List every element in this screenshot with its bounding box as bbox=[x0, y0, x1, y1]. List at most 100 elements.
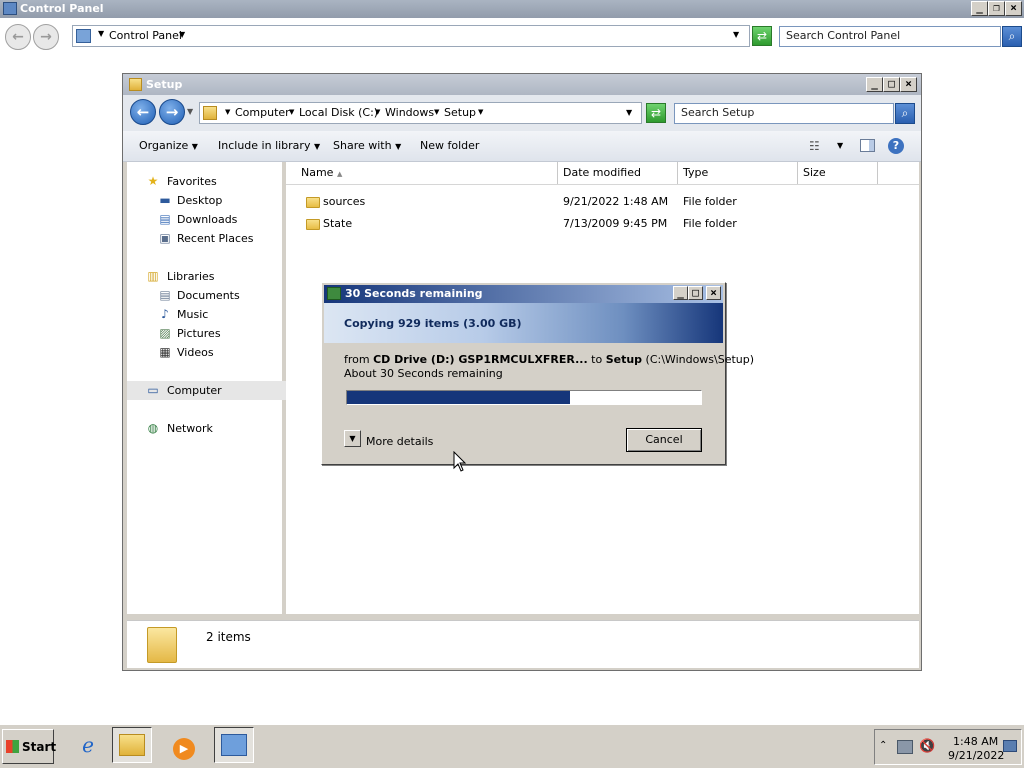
chevron-right-icon[interactable]: ▼ bbox=[98, 29, 104, 38]
mouse-cursor bbox=[453, 451, 467, 472]
column-header-date-modified[interactable]: Date modified bbox=[558, 162, 678, 184]
nav-favorites[interactable]: ★ Favorites bbox=[127, 172, 287, 191]
breadcrumb-setup[interactable]: Setup bbox=[444, 106, 476, 120]
nav-desktop[interactable]: ▬ Desktop bbox=[127, 191, 287, 210]
clock-date[interactable]: 9/21/2022 bbox=[948, 749, 1004, 762]
media-player-icon[interactable]: ▶ bbox=[164, 727, 204, 763]
explorer-taskbar-icon[interactable] bbox=[112, 727, 152, 763]
control-panel-navbar: ← → ▼ Control Panel ▼ ▼ ⇄ Search Control… bbox=[0, 18, 1024, 56]
navigation-pane: ★ Favorites ▬ Desktop ▤ Downloads ▣ Recent P… bbox=[127, 162, 287, 614]
breadcrumb-windows[interactable]: Windows bbox=[385, 106, 434, 120]
setup-back-icon[interactable]: ← bbox=[130, 99, 156, 125]
breadcrumb-computer[interactable]: Computer bbox=[235, 106, 290, 120]
folder-large-icon bbox=[147, 627, 177, 663]
organize-menu[interactable]: Organize ▼ bbox=[139, 139, 198, 154]
setup-address-bar[interactable]: ▼ Computer ▼ Local Disk (C:) ▼ Windows ▼… bbox=[199, 102, 642, 124]
setup-address-dropdown-icon[interactable]: ▼ bbox=[626, 108, 632, 117]
item-count: 2 items bbox=[206, 630, 251, 644]
cancel-button[interactable]: Cancel bbox=[626, 428, 702, 452]
volume-muted-icon[interactable]: 🔇 bbox=[919, 739, 935, 754]
breadcrumb-separator-icon[interactable]: ▼ bbox=[375, 108, 380, 116]
dialog-minimize-button[interactable]: _ bbox=[673, 286, 688, 300]
setup-refresh-icon[interactable]: ⇄ bbox=[646, 103, 666, 123]
minimize-button[interactable]: _ bbox=[971, 1, 988, 16]
nav-recent-places[interactable]: ▣ Recent Places bbox=[127, 229, 287, 248]
dialog-close-button[interactable]: × bbox=[706, 286, 721, 300]
breadcrumb-local-disk[interactable]: Local Disk (C:) bbox=[299, 106, 378, 120]
file-name: State bbox=[323, 217, 353, 230]
address-bar[interactable]: ▼ Control Panel ▼ ▼ bbox=[72, 25, 750, 47]
breadcrumb-separator-icon[interactable]: ▼ bbox=[434, 108, 439, 116]
address-label[interactable]: Control Panel bbox=[109, 29, 182, 43]
view-options-icon[interactable]: ☷ bbox=[809, 139, 820, 153]
view-dropdown-icon[interactable]: ▼ bbox=[837, 141, 843, 150]
clock-time[interactable]: 1:48 AM bbox=[953, 735, 998, 748]
more-details-label[interactable]: More details bbox=[366, 435, 433, 448]
setup-maximize-button[interactable]: □ bbox=[883, 77, 900, 92]
start-label: Start bbox=[22, 740, 57, 754]
preview-pane-icon[interactable] bbox=[860, 139, 875, 152]
file-date: 9/21/2022 1:48 AM bbox=[563, 195, 669, 208]
table-row[interactable]: State 7/13/2009 9:45 PM File folder bbox=[286, 213, 920, 235]
back-arrow-icon[interactable]: ← bbox=[5, 24, 31, 50]
copy-dialog-header: Copying 929 items (3.00 GB) bbox=[324, 303, 723, 343]
table-row[interactable]: sources 9/21/2022 1:48 AM File folder bbox=[286, 191, 920, 213]
control-panel-titlebar[interactable]: Control Panel _ ❐ × bbox=[0, 0, 1024, 18]
control-panel-taskbar-icon[interactable] bbox=[214, 727, 254, 763]
close-button[interactable]: × bbox=[1005, 1, 1022, 16]
search-icon[interactable]: ⌕ bbox=[1002, 26, 1022, 47]
setup-search-icon[interactable]: ⌕ bbox=[895, 103, 915, 124]
folder-title-icon bbox=[129, 78, 142, 91]
network-error-icon[interactable] bbox=[897, 740, 913, 754]
help-icon[interactable]: ? bbox=[888, 138, 904, 154]
progress-bar bbox=[346, 390, 702, 405]
dialog-maximize-button[interactable]: □ bbox=[688, 286, 703, 300]
nav-network[interactable]: ◍ Network bbox=[127, 419, 287, 438]
documents-icon: ▤ bbox=[159, 288, 171, 302]
internet-explorer-icon[interactable]: ℯ bbox=[68, 727, 108, 763]
search-input[interactable]: Search Control Panel bbox=[779, 26, 1001, 47]
breadcrumb-separator-icon[interactable]: ▼ bbox=[478, 108, 483, 116]
start-button[interactable]: Start bbox=[2, 729, 57, 764]
new-folder-button[interactable]: New folder bbox=[420, 139, 479, 153]
nav-music[interactable]: ♪ Music bbox=[127, 305, 287, 324]
setup-forward-icon[interactable]: → bbox=[159, 99, 185, 125]
share-with-menu[interactable]: Share with ▼ bbox=[333, 139, 401, 154]
show-hidden-icons-icon[interactable]: ⌃ bbox=[879, 740, 887, 751]
nav-computer[interactable]: ▭ Computer bbox=[127, 381, 287, 400]
computer-icon: ▭ bbox=[147, 383, 159, 397]
file-type: File folder bbox=[683, 217, 737, 230]
setup-search-input[interactable]: Search Setup bbox=[674, 103, 894, 124]
copy-icon bbox=[327, 287, 341, 300]
copy-destination: Setup bbox=[605, 353, 643, 366]
nav-pictures[interactable]: ▨ Pictures bbox=[127, 324, 287, 343]
nav-libraries[interactable]: ▥ Libraries bbox=[127, 267, 287, 286]
address-dropdown-icon[interactable]: ▼ bbox=[733, 30, 739, 39]
nav-downloads[interactable]: ▤ Downloads bbox=[127, 210, 287, 229]
breadcrumb-separator-icon[interactable]: ▼ bbox=[289, 108, 294, 116]
breadcrumb-separator-icon[interactable]: ▼ bbox=[225, 108, 230, 116]
column-header-name[interactable]: Name ▲ bbox=[296, 162, 558, 184]
column-header-size[interactable]: Size bbox=[798, 162, 878, 184]
star-icon: ★ bbox=[147, 174, 159, 188]
setup-navbar: ← → ▼ ▼ Computer ▼ Local Disk (C:) ▼ Win… bbox=[123, 95, 921, 131]
column-header-type[interactable]: Type bbox=[678, 162, 798, 184]
setup-minimize-button[interactable]: _ bbox=[866, 77, 883, 92]
nav-videos[interactable]: ▦ Videos bbox=[127, 343, 287, 362]
copy-dialog: 30 Seconds remaining _ □ × Copying 929 i… bbox=[321, 282, 754, 465]
refresh-icon[interactable]: ⇄ bbox=[752, 26, 772, 46]
nav-documents[interactable]: ▤ Documents bbox=[127, 286, 287, 305]
more-details-toggle[interactable]: ▼ bbox=[344, 430, 361, 447]
include-in-library-menu[interactable]: Include in library ▼ bbox=[218, 139, 320, 154]
window-title: Control Panel bbox=[20, 2, 104, 15]
show-desktop-icon[interactable] bbox=[1003, 740, 1017, 752]
history-dropdown-icon[interactable]: ▼ bbox=[187, 107, 193, 116]
copy-dialog-titlebar[interactable]: 30 Seconds remaining _ □ × bbox=[324, 285, 723, 303]
restore-button[interactable]: ❐ bbox=[988, 1, 1005, 16]
breadcrumb-dropdown-icon[interactable]: ▼ bbox=[179, 30, 185, 39]
windows-logo-icon bbox=[6, 740, 19, 753]
forward-arrow-icon[interactable]: → bbox=[33, 24, 59, 50]
setup-close-button[interactable]: × bbox=[900, 77, 917, 92]
music-icon: ♪ bbox=[161, 307, 169, 321]
setup-titlebar[interactable]: Setup _ □ × bbox=[123, 74, 921, 95]
